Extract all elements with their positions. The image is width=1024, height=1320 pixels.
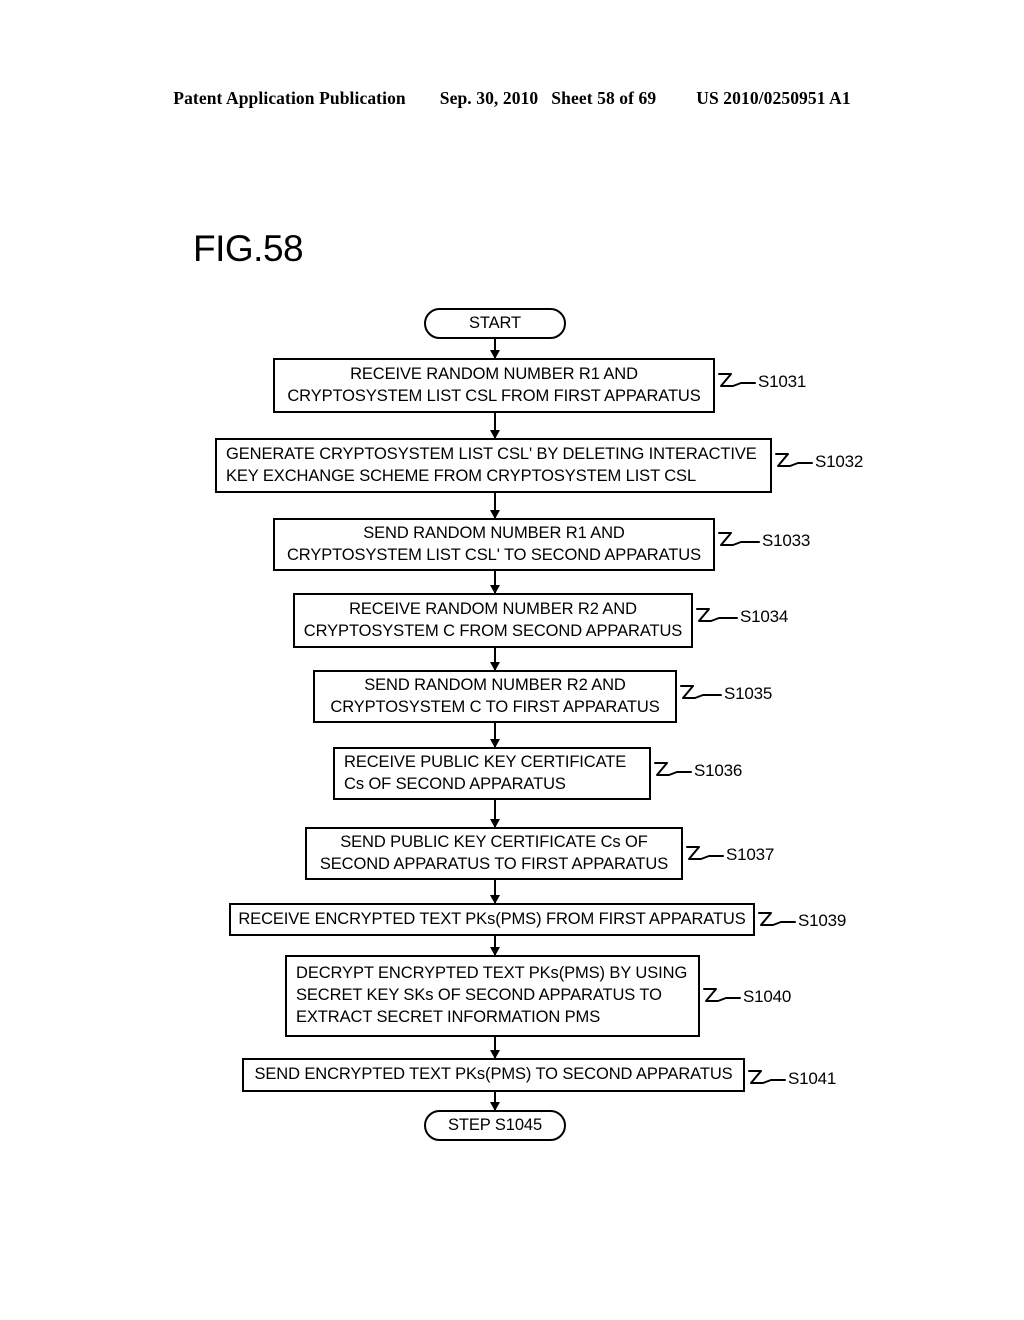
leader-s1035: S1035 [679,683,772,705]
connector-s1035-to-s1036 [490,723,500,748]
step-line: SEND ENCRYPTED TEXT PKs(PMS) TO SECOND A… [254,1065,733,1084]
step-line: SECOND APPARATUS TO FIRST APPARATUS [319,854,669,873]
leader-s1033: S1033 [717,530,810,552]
connector-s1037-to-s1039 [490,880,500,904]
step-reference: S1034 [740,607,789,626]
end-label: STEP S1045 [447,1116,543,1134]
flowchart-diagram: START RECEIVE RANDOM NUMBER R1 AND CRYPT… [0,0,1024,1320]
leader-s1040: S1040 [702,986,791,1008]
step-line: RECEIVE RANDOM NUMBER R2 AND [349,599,637,618]
connector-start-to-s1031 [490,339,500,359]
step-line: RECEIVE PUBLIC KEY CERTIFICATE [344,752,627,771]
flowchart-step-s1035: SEND RANDOM NUMBER R2 AND CRYPTOSYSTEM C… [313,670,677,723]
flowchart-step-s1040: DECRYPT ENCRYPTED TEXT PKs(PMS) BY USING… [285,955,700,1037]
flowchart-step-s1037: SEND PUBLIC KEY CERTIFICATE Cs OF SECOND… [305,827,683,880]
step-line: CRYPTOSYSTEM LIST CSL' TO SECOND APPARAT… [286,545,701,564]
step-line: KEY EXCHANGE SCHEME FROM CRYPTOSYSTEM LI… [226,466,697,485]
step-line: SECRET KEY SKs OF SECOND APPARATUS TO [296,986,662,1005]
flowchart-step-s1033: SEND RANDOM NUMBER R1 AND CRYPTOSYSTEM L… [273,518,715,571]
leader-squiggle-icon [718,532,760,546]
step-reference: S1039 [798,911,847,930]
flowchart-step-s1036: RECEIVE PUBLIC KEY CERTIFICATE Cs OF SEC… [333,747,651,800]
step-reference: S1040 [743,987,792,1006]
step-reference: S1041 [788,1069,837,1088]
leader-squiggle-icon [703,988,741,1002]
leader-s1031: S1031 [717,371,806,393]
flowchart-step-s1034: RECEIVE RANDOM NUMBER R2 AND CRYPTOSYSTE… [293,593,693,648]
step-line: SEND RANDOM NUMBER R2 AND [364,675,626,694]
connector-s1034-to-s1035 [490,648,500,671]
leader-squiggle-icon [748,1070,786,1084]
step-line: CRYPTOSYSTEM LIST CSL FROM FIRST APPARAT… [287,386,701,405]
connector-s1041-to-end [490,1092,500,1111]
step-line: Cs OF SECOND APPARATUS [344,774,566,793]
step-line: CRYPTOSYSTEM C TO FIRST APPARATUS [330,697,660,716]
leader-s1039: S1039 [757,910,846,932]
step-reference: S1031 [758,372,807,391]
leader-squiggle-icon [775,453,813,467]
step-reference: S1037 [726,845,775,864]
step-line: EXTRACT SECRET INFORMATION PMS [296,1007,601,1026]
flowchart-end-terminator: STEP S1045 [424,1110,566,1141]
leader-s1036: S1036 [653,760,742,782]
leader-s1034: S1034 [695,606,788,628]
step-line: SEND PUBLIC KEY CERTIFICATE Cs OF [340,832,648,851]
step-line: GENERATE CRYPTOSYSTEM LIST CSL' BY DELET… [226,444,757,463]
connector-s1040-to-s1041 [490,1037,500,1059]
flowchart-step-s1041: SEND ENCRYPTED TEXT PKs(PMS) TO SECOND A… [242,1058,745,1092]
step-line: CRYPTOSYSTEM C FROM SECOND APPARATUS [303,621,683,640]
leader-squiggle-icon [718,373,756,387]
step-line: DECRYPT ENCRYPTED TEXT PKs(PMS) BY USING [296,964,688,983]
leader-squiggle-icon [686,846,724,860]
flowchart-step-s1039: RECEIVE ENCRYPTED TEXT PKs(PMS) FROM FIR… [229,903,755,936]
step-reference: S1035 [724,684,773,703]
connector-s1039-to-s1040 [490,936,500,956]
connector-s1036-to-s1037 [490,800,500,828]
leader-squiggle-icon [654,762,692,776]
leader-s1037: S1037 [685,844,774,866]
connector-s1032-to-s1033 [490,493,500,519]
start-label: START [468,314,522,332]
step-line: RECEIVE RANDOM NUMBER R1 AND [350,364,638,383]
flowchart-step-s1032: GENERATE CRYPTOSYSTEM LIST CSL' BY DELET… [215,438,772,493]
leader-s1041: S1041 [747,1068,836,1090]
flowchart-start-terminator: START [424,308,566,339]
connector-s1031-to-s1032 [490,413,500,439]
leader-squiggle-icon [696,608,738,622]
leader-s1032: S1032 [774,451,863,473]
step-line: SEND RANDOM NUMBER R1 AND [363,523,625,542]
step-reference: S1036 [694,761,743,780]
leader-squiggle-icon [680,685,722,699]
step-line: RECEIVE ENCRYPTED TEXT PKs(PMS) FROM FIR… [238,909,746,928]
step-reference: S1033 [762,531,811,550]
leader-squiggle-icon [758,912,796,926]
connector-s1033-to-s1034 [490,571,500,594]
flowchart-step-s1031: RECEIVE RANDOM NUMBER R1 AND CRYPTOSYSTE… [273,358,715,413]
step-reference: S1032 [815,452,864,471]
